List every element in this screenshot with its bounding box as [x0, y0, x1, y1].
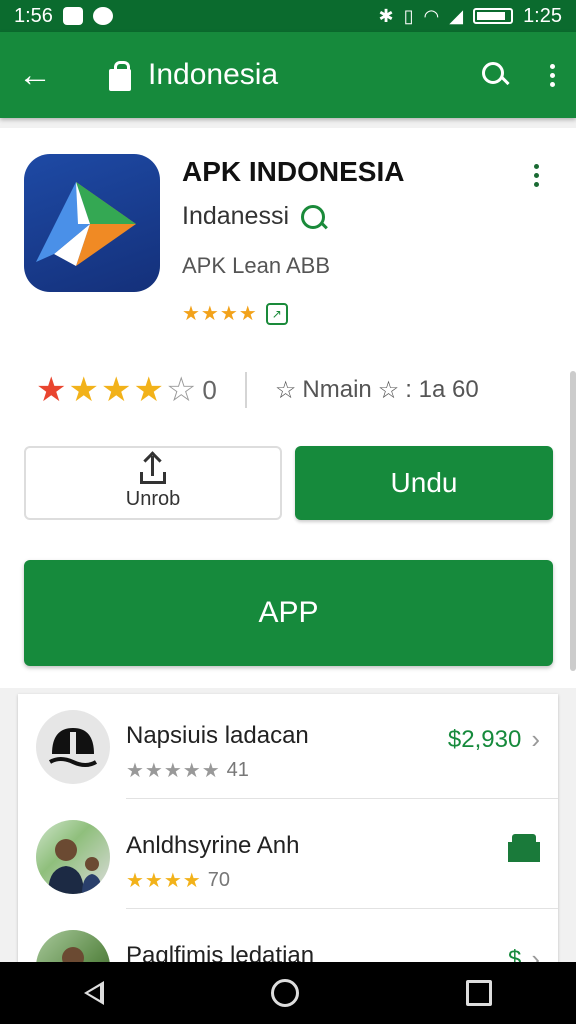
avatar [36, 820, 110, 894]
avatar [36, 710, 110, 784]
nav-recents-icon[interactable] [466, 980, 493, 1006]
list-item-price: $2,930 [447, 725, 522, 753]
list-item-count: 70 [207, 869, 230, 891]
overflow-menu-icon[interactable] [546, 63, 558, 87]
status-bar: 1:56 ✱ ▯ ◠ ◢ 1:25 [0, 0, 576, 32]
app-bar: ← Indonesia [0, 32, 576, 118]
status-time-left: 1:56 [14, 4, 53, 27]
app-category: APK Lean ABB [182, 253, 330, 278]
list-item[interactable]: Anldhsyrine Anh ★★★★ 70 [18, 804, 558, 908]
vibrate-icon: ▯ [403, 5, 414, 26]
small-rating: ★★★★ ↗ [182, 301, 404, 326]
divider [126, 798, 558, 799]
related-apps-list: Napsiuis ladacan ★★★★★ 41 $2,930 › Anldh… [18, 694, 558, 964]
nav-home-icon[interactable] [270, 979, 299, 1007]
store-bag-icon [106, 59, 134, 91]
scrollbar[interactable] [570, 371, 576, 671]
small-stars: ★★★★ [182, 303, 258, 325]
list-item-stars: ★★★★ [126, 870, 202, 892]
app-logo-icon [24, 154, 160, 292]
signal-icon: ◢ [449, 5, 464, 26]
chat-notification-icon [92, 7, 113, 25]
verified-search-icon [301, 204, 326, 229]
chevron-right-icon[interactable]: › [531, 944, 540, 964]
share-icon [140, 450, 166, 484]
bluetooth-icon: ✱ [378, 5, 394, 26]
list-item-name: Anldhsyrine Anh [126, 832, 300, 859]
back-arrow-icon[interactable]: ← [18, 56, 68, 95]
list-item[interactable]: Napsiuis ladacan ★★★★★ 41 $2,930 › [18, 694, 558, 798]
avatar [36, 930, 110, 964]
list-item-rating: ★★★★★ 41 [126, 758, 249, 783]
gift-box-icon[interactable] [508, 834, 540, 862]
stats-right: ☆ Nmain ☆ : 1a 60 [275, 376, 479, 405]
app-info: APK INDONESIA Indanessi APK Lean ABB ★★★… [182, 156, 404, 326]
chevron-right-icon[interactable]: › [531, 724, 540, 755]
nav-back-icon[interactable] [83, 981, 104, 1005]
stats-divider [244, 372, 247, 408]
list-item-name: Paglfimis ledatian [126, 942, 315, 964]
app-bar-title: Indonesia [148, 58, 279, 91]
developer-name: Indanessi [182, 202, 290, 230]
status-time-right: 1:25 [523, 4, 562, 27]
install-button[interactable]: Undu [295, 446, 553, 520]
wifi-icon: ◠ [423, 5, 440, 26]
battery-icon [473, 8, 514, 24]
search-icon[interactable] [480, 60, 510, 90]
app-overflow-menu-icon[interactable] [530, 164, 542, 187]
list-item-stars: ★★★★★ [126, 760, 221, 782]
app-name: APK INDONESIA [182, 156, 405, 187]
editors-choice-icon: ↗ [265, 302, 288, 325]
app-button[interactable]: APP [24, 560, 553, 666]
rating-stars: ★★★★☆ [36, 371, 199, 409]
share-button[interactable]: Unrob [24, 446, 282, 520]
developer-row[interactable]: Indanessi [182, 202, 404, 231]
image-notification-icon [62, 7, 83, 25]
stats-row: ★★★★☆ 0 ☆ Nmain ☆ : 1a 60 [36, 370, 542, 410]
rate-icon: ☆ [274, 376, 297, 404]
stats-right-value: : 1a 60 [405, 376, 479, 403]
rating-count: 0 [202, 374, 217, 405]
navigation-bar [0, 962, 576, 1024]
list-item-name: Napsiuis ladacan [126, 722, 309, 749]
star-outline-icon: ☆ [377, 376, 400, 404]
list-item-rating: ★★★★ 70 [126, 868, 230, 893]
app-details-card: APK INDONESIA Indanessi APK Lean ABB ★★★… [0, 128, 576, 688]
stats-right-label: Nmain [302, 376, 372, 403]
list-item[interactable]: Paglfimis ledatian $ › [18, 914, 558, 964]
list-item-count: 41 [226, 759, 249, 781]
divider [126, 908, 558, 909]
share-button-label: Unrob [125, 487, 181, 510]
